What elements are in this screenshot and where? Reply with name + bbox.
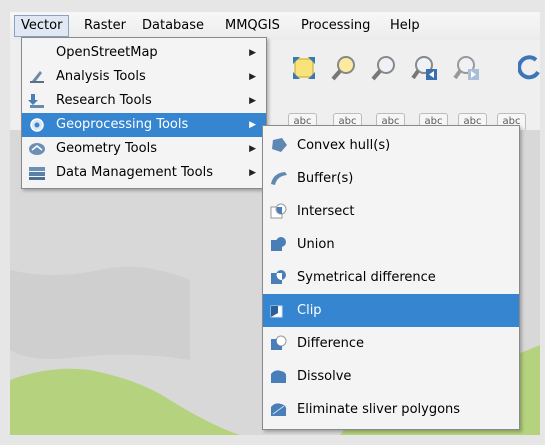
menu-item-data-management-tools[interactable]: Data Management Tools ▶ bbox=[22, 161, 266, 185]
geoprocessing-submenu: Convex hull(s) Buffer(s) Intersect Union bbox=[262, 125, 520, 430]
menu-vector[interactable]: Vector bbox=[14, 15, 70, 37]
menu-database[interactable]: Database bbox=[136, 16, 210, 36]
zoom-to-layer-icon[interactable] bbox=[370, 54, 398, 82]
menu-item-label: Geoprocessing Tools bbox=[56, 117, 189, 132]
intersect-icon bbox=[270, 203, 287, 219]
menu-item-clip[interactable]: Clip bbox=[263, 294, 519, 327]
menu-item-label: Analysis Tools bbox=[56, 69, 146, 84]
dissolve-icon bbox=[271, 370, 287, 383]
convex-hull-icon bbox=[272, 138, 287, 152]
buffer-icon bbox=[271, 172, 287, 185]
zoom-next-icon[interactable] bbox=[452, 54, 480, 82]
difference-icon bbox=[271, 335, 287, 350]
analysis-icon bbox=[30, 71, 44, 83]
submenu-arrow-icon: ▶ bbox=[249, 72, 256, 82]
menu-item-label: Intersect bbox=[297, 204, 355, 219]
menu-item-label: Difference bbox=[297, 336, 365, 351]
gear-icon bbox=[30, 118, 44, 132]
eliminate-sliver-icon bbox=[271, 403, 287, 416]
clip-icon bbox=[270, 305, 283, 318]
menu-item-label: Geometry Tools bbox=[56, 141, 157, 156]
submenu-arrow-icon: ▶ bbox=[249, 168, 256, 178]
menu-item-research-tools[interactable]: Research Tools ▶ bbox=[22, 89, 266, 113]
menu-item-label: Union bbox=[297, 237, 335, 252]
menu-item-openstreetmap[interactable]: OpenStreetMap ▶ bbox=[22, 41, 266, 65]
menu-item-geoprocessing-tools[interactable]: Geoprocessing Tools ▶ bbox=[22, 113, 266, 137]
menu-mmqgis[interactable]: MMQGIS bbox=[219, 16, 286, 36]
menu-item-label: Dissolve bbox=[297, 369, 352, 384]
submenu-arrow-icon: ▶ bbox=[249, 96, 256, 106]
refresh-icon[interactable] bbox=[518, 54, 540, 82]
vector-menu: OpenStreetMap ▶ Analysis Tools ▶ Researc… bbox=[21, 37, 267, 189]
union-icon bbox=[271, 237, 286, 251]
menu-item-label: OpenStreetMap bbox=[56, 45, 158, 60]
menu-item-difference[interactable]: Difference bbox=[263, 327, 519, 360]
submenu-arrow-icon: ▶ bbox=[249, 144, 256, 154]
zoom-last-icon[interactable] bbox=[410, 54, 438, 82]
menu-item-label: Convex hull(s) bbox=[297, 138, 391, 153]
menu-help[interactable]: Help bbox=[384, 16, 426, 36]
submenu-arrow-icon: ▶ bbox=[249, 48, 256, 58]
menu-item-buffer[interactable]: Buffer(s) bbox=[263, 162, 519, 195]
menu-processing[interactable]: Processing bbox=[295, 16, 376, 36]
menu-item-symmetrical-difference[interactable]: Symetrical difference bbox=[263, 261, 519, 294]
menu-item-union[interactable]: Union bbox=[263, 228, 519, 261]
menu-raster[interactable]: Raster bbox=[78, 16, 132, 36]
zoom-to-selection-icon[interactable] bbox=[330, 54, 358, 82]
data-management-icon bbox=[29, 167, 45, 180]
menu-item-convex-hull[interactable]: Convex hull(s) bbox=[263, 129, 519, 162]
menu-item-geometry-tools[interactable]: Geometry Tools ▶ bbox=[22, 137, 266, 161]
pan-to-selection-icon[interactable] bbox=[290, 54, 318, 82]
research-icon bbox=[28, 94, 44, 108]
menu-item-dissolve[interactable]: Dissolve bbox=[263, 360, 519, 393]
symmetrical-difference-icon bbox=[271, 270, 286, 284]
menu-item-analysis-tools[interactable]: Analysis Tools ▶ bbox=[22, 65, 266, 89]
menu-item-label: Eliminate sliver polygons bbox=[297, 402, 461, 417]
menu-item-label: Data Management Tools bbox=[56, 165, 213, 180]
qgis-window: Vector Raster Database MMQGIS Processing… bbox=[0, 0, 545, 445]
menu-item-label: Research Tools bbox=[56, 93, 152, 108]
menu-item-label: Symetrical difference bbox=[297, 270, 436, 285]
menu-item-intersect[interactable]: Intersect bbox=[263, 195, 519, 228]
menu-item-label: Buffer(s) bbox=[297, 171, 354, 186]
submenu-arrow-icon: ▶ bbox=[249, 120, 256, 130]
menu-item-label: Clip bbox=[297, 303, 322, 318]
menu-item-eliminate-sliver-polygons[interactable]: Eliminate sliver polygons bbox=[263, 393, 519, 426]
geometry-icon bbox=[29, 143, 45, 155]
